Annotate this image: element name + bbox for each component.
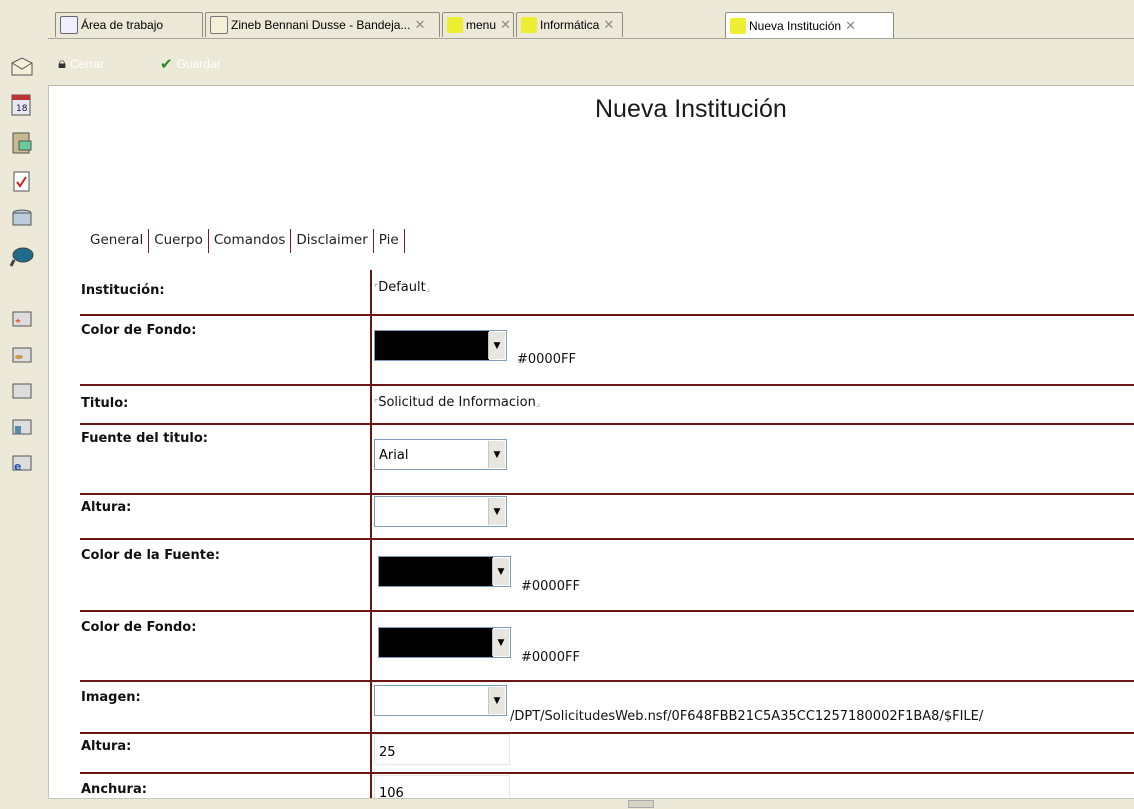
db-icon <box>447 17 463 33</box>
color-swatch <box>379 628 493 657</box>
chevron-down-icon[interactable]: ▼ <box>492 558 509 585</box>
color-fuente-select[interactable]: ▼ <box>378 556 511 587</box>
field-label-anchura: Anchura: <box>81 782 147 797</box>
fuente-titulo-select[interactable]: Arial ▼ <box>374 439 507 470</box>
fuente-titulo-value: Arial <box>379 448 409 463</box>
field-label-titulo: Titulo: <box>81 396 129 411</box>
titulo-value: Solicitud de Informacion <box>378 395 536 410</box>
row-divider <box>80 314 1134 316</box>
row-divider <box>80 493 1134 495</box>
close-icon[interactable]: ✕ <box>414 17 425 33</box>
color-swatch <box>375 331 489 360</box>
contacts-bookmark-icon[interactable] <box>7 128 37 158</box>
close-button[interactable]: 🔒︎ Cerrar <box>58 55 104 72</box>
tab-informatica[interactable]: Informática ✕ <box>516 12 623 37</box>
save-label: Guardar <box>176 57 221 71</box>
tab-label: Nueva Institución <box>749 18 842 33</box>
color-fuente-hex: #0000FF <box>521 579 580 594</box>
color-fondo-2-select[interactable]: ▼ <box>378 627 511 658</box>
field-label-imagen: Imagen: <box>81 690 141 705</box>
tab-workspace[interactable]: Área de trabajo <box>55 12 203 37</box>
bookmark-bar: 18 e <box>0 0 49 809</box>
institucion-field[interactable]: ⌜Default⌟ <box>374 280 430 295</box>
field-label-institucion: Institución: <box>81 283 165 298</box>
window-tab-strip: Área de trabajo Zineb Bennani Dusse - Ba… <box>48 0 1134 39</box>
todo-bookmark-icon[interactable] <box>7 166 37 196</box>
row-divider <box>80 610 1134 612</box>
tab-comandos[interactable]: Comandos <box>209 229 292 253</box>
tab-disclaimer[interactable]: Disclaimer <box>291 229 374 253</box>
mail-bookmark-icon[interactable] <box>7 52 37 82</box>
field-label-altura: Altura: <box>81 500 132 515</box>
color-fondo-hex: #0000FF <box>517 352 576 367</box>
chevron-down-icon[interactable]: ▼ <box>488 498 505 525</box>
database-bookmark-icon[interactable] <box>7 204 37 234</box>
chevron-down-icon[interactable]: ▼ <box>488 687 505 714</box>
folder-bookmark-icon[interactable] <box>7 376 37 406</box>
tab-label: Zineb Bennani Dusse - Bandeja... <box>231 18 411 32</box>
row-divider <box>80 772 1134 774</box>
svg-text:e: e <box>14 460 21 473</box>
checkmark-icon: ✔ <box>160 56 173 73</box>
action-bar: 🔒︎ Cerrar ✔ Guardar <box>48 39 1134 86</box>
field-label-color-fondo: Color de Fondo: <box>81 323 197 338</box>
favorites-bookmark-icon[interactable] <box>7 304 37 334</box>
row-divider <box>80 732 1134 734</box>
close-icon[interactable]: ✕ <box>603 17 614 33</box>
color-swatch <box>379 557 493 586</box>
lock-icon: 🔒︎ <box>58 55 66 72</box>
search-bookmark-icon[interactable] <box>7 242 37 272</box>
imagen-path: /DPT/SolicitudesWeb.nsf/0F648FBB21C5A35C… <box>510 709 984 724</box>
tab-inbox[interactable]: Zineb Bennani Dusse - Bandeja... ✕ <box>205 12 440 37</box>
chevron-down-icon[interactable]: ▼ <box>488 441 505 468</box>
row-divider <box>80 384 1134 386</box>
form-tabs: General Cuerpo Comandos Disclaimer Pie <box>86 229 405 253</box>
select-value-area: Arial <box>375 440 489 469</box>
altura-2-input[interactable]: 25 <box>374 734 510 765</box>
close-label: Cerrar <box>69 56 104 71</box>
select-value-area <box>375 497 489 526</box>
tab-pie[interactable]: Pie <box>374 229 405 253</box>
database-bookmark-2-icon[interactable] <box>7 340 37 370</box>
titulo-field[interactable]: ⌜Solicitud de Informacion⌟ <box>374 395 540 410</box>
tab-nueva-institucion[interactable]: Nueva Institución ✕ <box>725 12 894 38</box>
chevron-down-icon[interactable]: ▼ <box>492 629 509 656</box>
row-divider <box>80 680 1134 682</box>
institucion-value: Default <box>378 280 426 295</box>
mail-icon <box>210 16 228 34</box>
save-button[interactable]: ✔ Guardar <box>160 55 221 73</box>
field-label-fuente-titulo: Fuente del titulo: <box>81 431 208 446</box>
chevron-down-icon[interactable]: ▼ <box>488 332 505 359</box>
field-label-altura-2: Altura: <box>81 739 132 754</box>
select-value-area <box>375 686 489 715</box>
row-divider <box>80 423 1134 425</box>
tab-label: Área de trabajo <box>81 18 164 32</box>
imagen-select[interactable]: ▼ <box>374 685 507 716</box>
field-label-color-fondo-2: Color de Fondo: <box>81 620 197 635</box>
row-divider <box>80 538 1134 540</box>
tab-general[interactable]: General <box>86 229 150 253</box>
close-icon[interactable]: ✕ <box>845 18 856 34</box>
svg-text:18: 18 <box>16 104 28 114</box>
altura-select[interactable]: ▼ <box>374 496 507 527</box>
db-icon <box>730 17 746 34</box>
tab-cuerpo[interactable]: Cuerpo <box>149 229 209 253</box>
scrollbar-thumb[interactable] <box>628 800 654 808</box>
page-title: Nueva Institución <box>595 95 787 123</box>
db-icon <box>521 17 537 33</box>
color-fondo-2-hex: #0000FF <box>521 650 580 665</box>
horizontal-scrollbar[interactable] <box>48 798 1134 809</box>
close-icon[interactable]: ✕ <box>500 17 511 33</box>
internet-bookmark-icon[interactable]: e <box>7 448 37 478</box>
color-fondo-select[interactable]: ▼ <box>374 330 507 361</box>
field-label-color-fuente: Color de la Fuente: <box>81 548 220 563</box>
calendar-bookmark-icon[interactable]: 18 <box>7 90 37 120</box>
server-bookmark-icon[interactable] <box>7 412 37 442</box>
tab-menu[interactable]: menu ✕ <box>442 12 514 37</box>
tab-label: menu <box>466 18 497 32</box>
tab-label: Informática <box>540 18 600 32</box>
workspace-icon <box>60 16 78 34</box>
